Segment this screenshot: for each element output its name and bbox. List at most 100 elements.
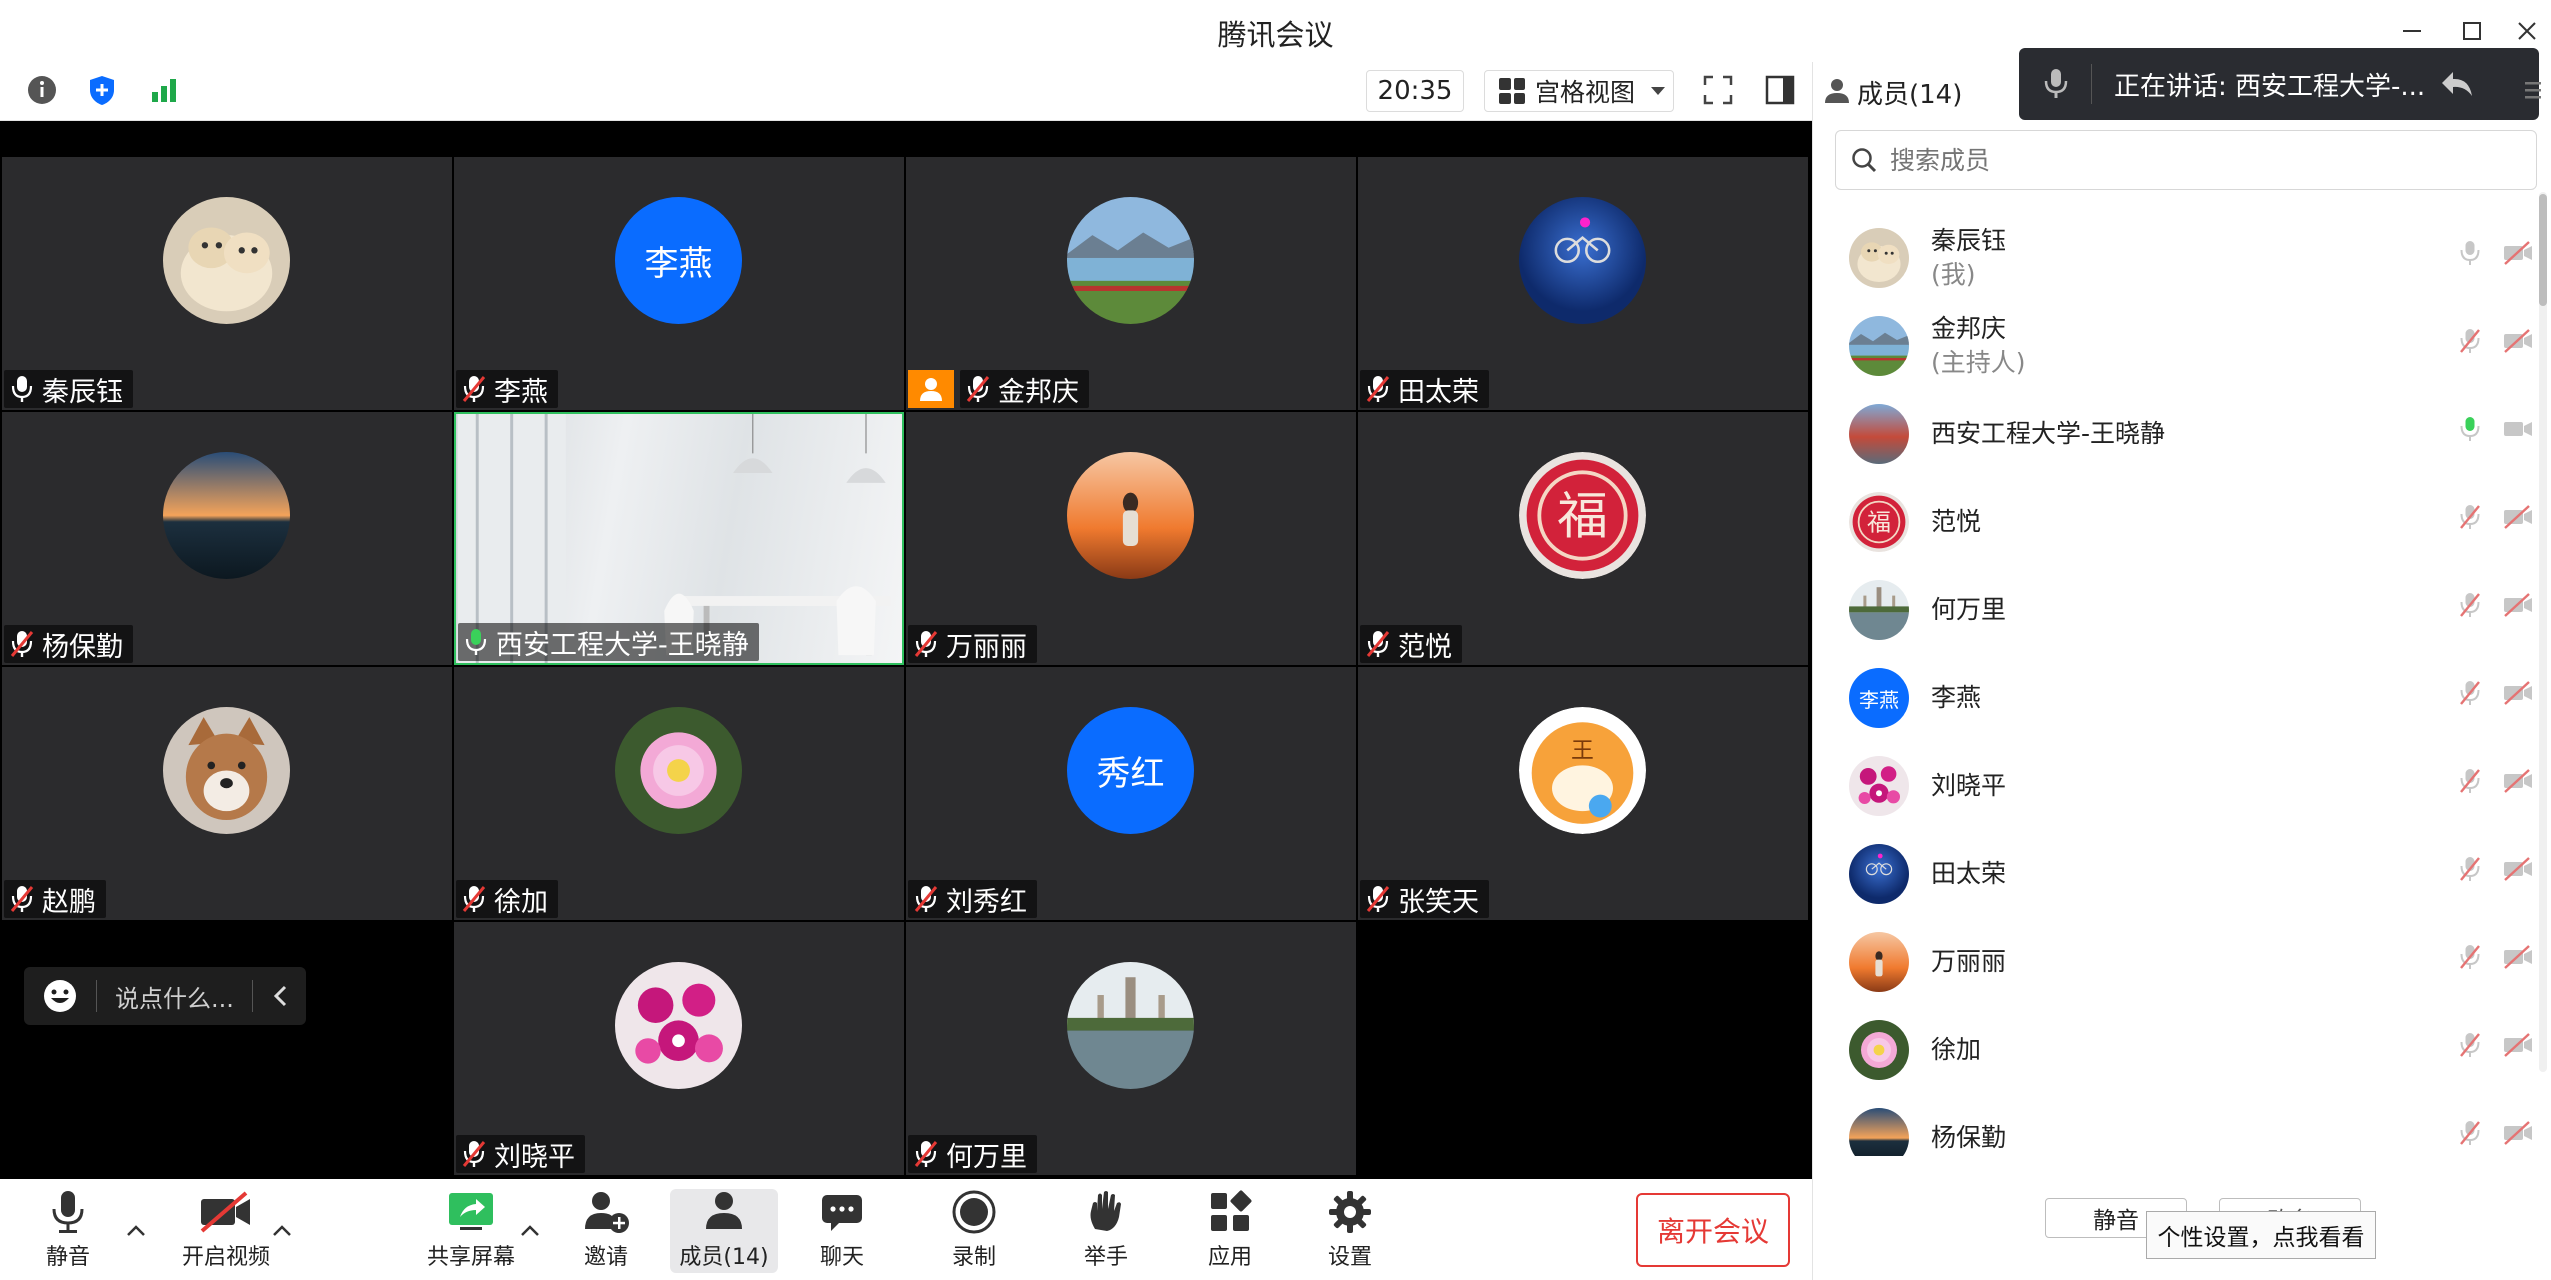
share-screen-label: 共享屏幕 [426,1245,515,1270]
camera-off-icon[interactable] [2503,680,2533,710]
microphone-muted-icon[interactable] [2459,592,2481,622]
invite-button[interactable]: 邀请 [558,1189,654,1273]
video-tile[interactable]: 西安工程大学-王晓静 [454,412,904,665]
raise-hand-button[interactable]: 举手 [1058,1189,1154,1273]
video-tile[interactable]: 刘晓平 [454,922,904,1175]
member-status-icons [2459,592,2533,622]
microphone-muted-icon[interactable] [2459,856,2481,886]
camera-off-icon[interactable] [2503,328,2533,358]
microphone-muted-icon [914,884,940,914]
camera-off-icon[interactable] [2503,504,2533,534]
start-video-button[interactable]: 开启视频 [166,1189,286,1273]
security-button[interactable] [84,72,120,108]
camera-off-icon[interactable] [2503,768,2533,798]
maximize-button[interactable] [2450,10,2494,52]
microphone-active-icon[interactable] [2459,416,2481,446]
video-tile[interactable]: 万丽丽 [906,412,1356,665]
video-tile[interactable]: 何万里 [906,922,1356,1175]
member-list-item[interactable]: 田太荣 [1813,830,2541,918]
video-tile[interactable]: 金邦庆 [906,157,1356,410]
member-list-item[interactable]: 福 范悦 [1813,478,2541,566]
microphone-muted-icon[interactable] [2459,768,2481,798]
member-list-item[interactable]: 李燕 李燕 [1813,654,2541,742]
raise-hand-icon [1090,1191,1121,1231]
avatar [1849,404,1909,464]
leave-meeting-button[interactable]: 离开会议 [1636,1193,1790,1267]
member-list-item[interactable]: 万丽丽 [1813,918,2541,1006]
toggle-sidebar-button[interactable] [1762,72,1798,108]
chevron-up-icon[interactable] [518,1219,542,1243]
microphone-icon [10,374,36,404]
minimize-button[interactable] [2390,10,2434,52]
microphone-muted-icon[interactable] [2459,944,2481,974]
camera-off-icon[interactable] [2503,240,2533,270]
signal-bars-icon [152,79,176,102]
apps-button[interactable]: 应用 [1182,1189,1278,1273]
avatar [1849,316,1909,376]
camera-icon[interactable] [2503,416,2533,446]
video-tile[interactable]: 田太荣 [1358,157,1808,410]
video-tile[interactable]: 秦辰钰 [2,157,452,410]
camera-off-icon[interactable] [2503,1032,2533,1062]
member-list-item[interactable]: 徐加 [1813,1006,2541,1094]
chat-quick-input[interactable]: 说点什么... [24,967,306,1025]
camera-off-icon[interactable] [2503,944,2533,974]
member-list-item[interactable]: 何万里 [1813,566,2541,654]
member-info: 西安工程大学-王晓静 [1931,417,2165,451]
camera-off-icon[interactable] [2503,1120,2533,1150]
member-search-box[interactable] [1835,130,2537,190]
member-status-icons [2459,768,2533,798]
member-search-input[interactable] [1888,144,2492,176]
search-icon [1852,148,1877,173]
video-tile[interactable]: 王张笑天 [1358,667,1808,920]
participant-nametag: 田太荣 [1360,370,1489,408]
shield-icon [90,76,114,105]
camera-off-icon[interactable] [2503,856,2533,886]
member-list-item[interactable]: 杨保勤 [1813,1094,2541,1156]
participant-name: 刘晓平 [494,1141,575,1173]
member-list-item[interactable]: 西安工程大学-王晓静 [1813,390,2541,478]
close-button[interactable] [2505,10,2549,52]
settings-button[interactable]: 设置 [1302,1189,1398,1273]
video-tile[interactable]: 杨保勤 [2,412,452,665]
participant-name: 范悦 [1398,631,1452,663]
network-status-button[interactable] [146,72,182,108]
video-tile[interactable]: 秀红 刘秀红 [906,667,1356,920]
chat-icon [822,1195,862,1231]
video-tile[interactable]: 徐加 [454,667,904,920]
mute-button[interactable]: 静音 [20,1189,116,1273]
chevron-left-icon[interactable] [271,984,291,1008]
scrollbar-thumb[interactable] [2539,194,2547,306]
microphone-muted-icon[interactable] [2459,328,2481,358]
video-tile[interactable]: 李燕 李燕 [454,157,904,410]
reply-icon[interactable] [2439,66,2475,102]
member-name: 刘晓平 [1931,771,2007,800]
personalize-tooltip[interactable]: 个性设置，点我看看 [2146,1211,2376,1259]
chevron-up-icon[interactable] [270,1219,294,1243]
video-tile[interactable]: 福范悦 [1358,412,1808,665]
microphone-muted-icon[interactable] [2459,1032,2481,1062]
video-tile[interactable]: 赵鹏 [2,667,452,920]
microphone-muted-icon[interactable] [2459,504,2481,534]
camera-off-icon[interactable] [2503,592,2533,622]
member-list-scrollbar[interactable] [2539,192,2547,1072]
member-name: 金邦庆 [1931,314,2007,343]
member-list-item[interactable]: 刘晓平 [1813,742,2541,830]
info-button[interactable] [24,72,60,108]
member-list-item[interactable]: 秦辰钰 (我) [1813,214,2541,302]
member-list-item[interactable]: 金邦庆 (主持人) [1813,302,2541,390]
chat-button[interactable]: 聊天 [794,1189,890,1273]
chevron-up-icon[interactable] [124,1219,148,1243]
record-button[interactable]: 录制 [926,1189,1022,1273]
microphone-icon[interactable] [2459,240,2481,270]
view-mode-select[interactable]: 宫格视图 [1484,70,1674,112]
menu-icon[interactable] [2523,79,2543,103]
fullscreen-button[interactable] [1700,72,1736,108]
members-button[interactable]: 成员(14) [670,1189,778,1273]
microphone-muted-icon [914,629,940,659]
microphone-muted-icon[interactable] [2459,680,2481,710]
share-screen-icon [449,1193,493,1230]
microphone-muted-icon [10,629,36,659]
microphone-muted-icon[interactable] [2459,1120,2481,1150]
share-screen-button[interactable]: 共享屏幕 [416,1189,526,1273]
